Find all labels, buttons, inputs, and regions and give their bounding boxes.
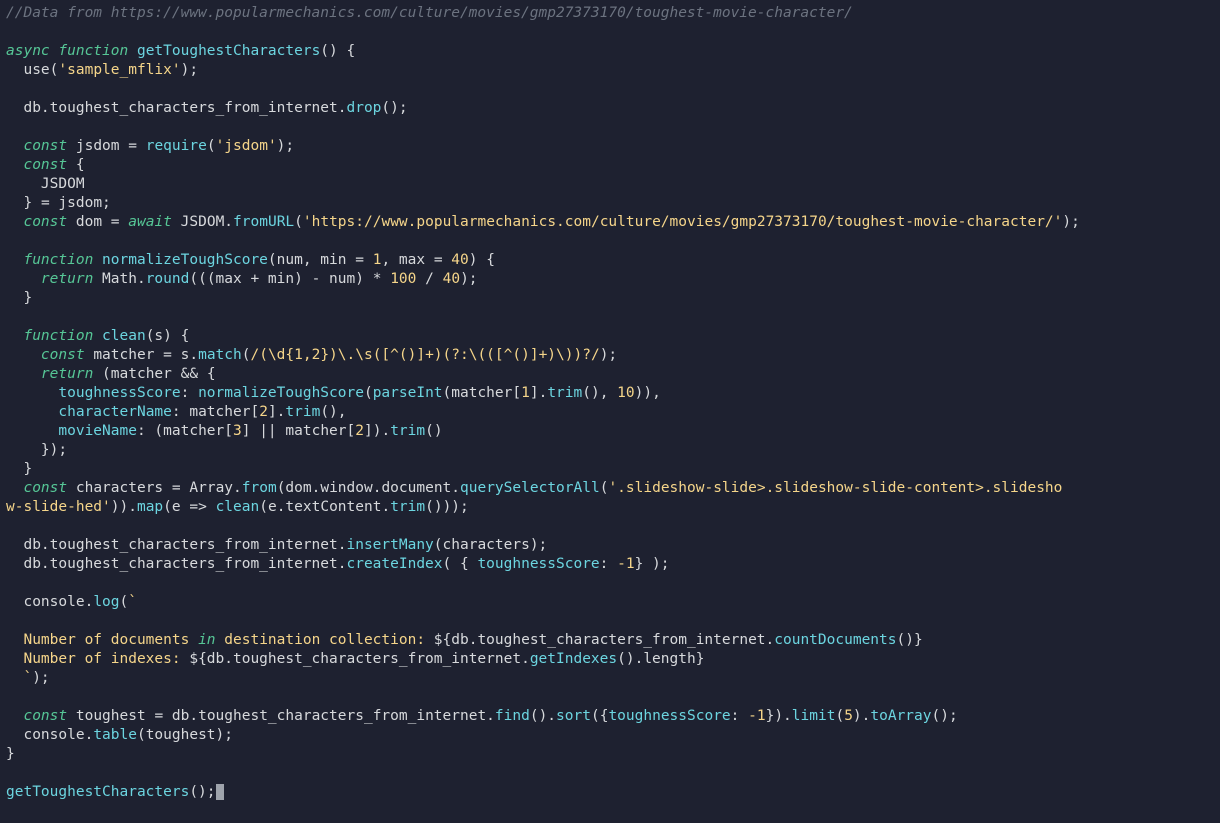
comment-line: //Data from https://www.popularmechanics… — [6, 5, 853, 21]
cursor — [216, 784, 224, 800]
function-name: getToughestCharacters — [137, 43, 320, 59]
code-editor[interactable]: //Data from https://www.popularmechanics… — [0, 0, 1220, 802]
